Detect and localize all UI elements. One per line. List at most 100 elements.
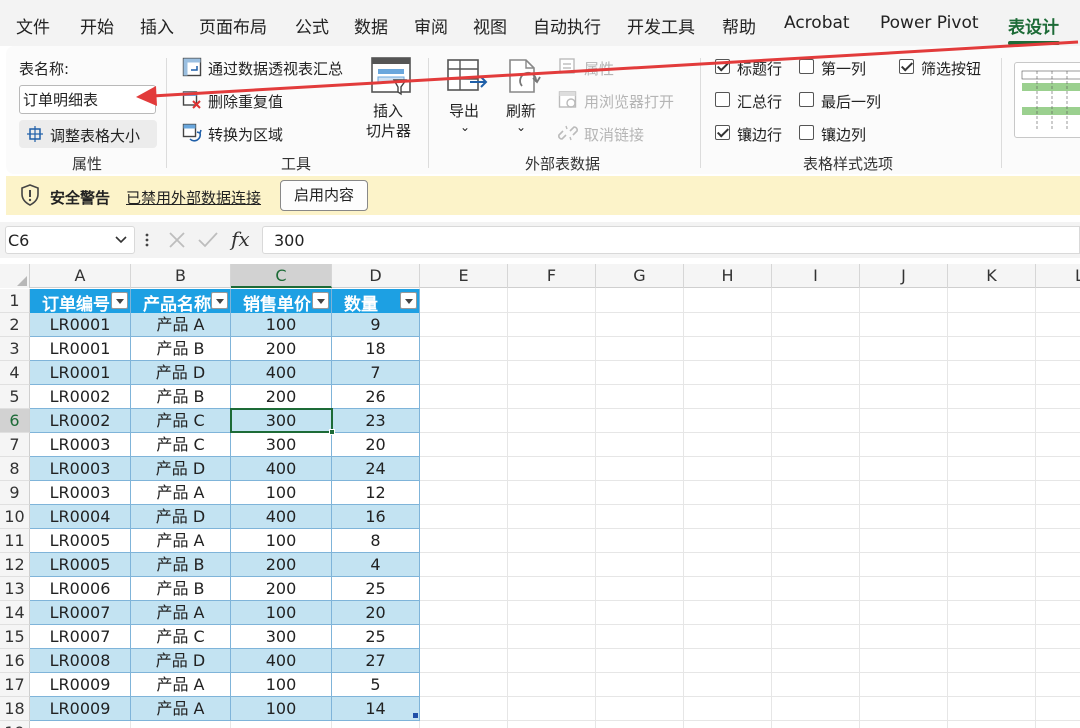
row-header[interactable]: 10 [0,505,30,529]
row-header[interactable]: 13 [0,577,30,601]
row-header[interactable]: 3 [0,337,30,361]
security-warning-link[interactable]: 已禁用外部数据连接 [126,187,261,208]
table-cell[interactable]: 产品 A [131,673,231,697]
table-cell[interactable]: 23 [332,409,420,433]
table-cell[interactable]: 产品 A [131,601,231,625]
table-cell[interactable]: LR0003 [30,457,131,481]
row-header[interactable]: 16 [0,649,30,673]
table-cell[interactable]: 产品 A [131,481,231,505]
table-cell[interactable]: 25 [332,625,420,649]
table-cell[interactable]: 200 [231,385,332,409]
table-cell[interactable]: 产品 B [131,337,231,361]
table-resize-handle[interactable] [413,713,418,718]
enter-icon[interactable] [196,230,220,250]
table-cell[interactable]: 100 [231,481,332,505]
table-cell[interactable]: 产品 B [131,577,231,601]
column-header[interactable]: C [231,264,332,288]
column-header[interactable]: H [684,264,772,288]
table-cell[interactable]: 产品 C [131,625,231,649]
row-header[interactable]: 17 [0,673,30,697]
table-cell[interactable]: LR0006 [30,577,131,601]
insert-function-icon[interactable]: fx [231,227,250,251]
table-cell[interactable]: LR0003 [30,481,131,505]
table-cell[interactable]: 400 [231,361,332,385]
table-cell[interactable]: LR0002 [30,409,131,433]
table-cell[interactable]: 8 [332,529,420,553]
table-cell[interactable]: 200 [231,577,332,601]
table-cell[interactable]: 300 [231,433,332,457]
row-header[interactable]: 15 [0,625,30,649]
table-cell[interactable]: 产品 C [131,409,231,433]
row-header[interactable]: 4 [0,361,30,385]
table-cell[interactable]: 200 [231,337,332,361]
table-cell[interactable]: 300 [231,625,332,649]
filter-dropdown-icon[interactable] [400,292,417,309]
row-header[interactable]: 5 [0,385,30,409]
table-cell[interactable]: LR0007 [30,625,131,649]
table-cell[interactable]: 100 [231,673,332,697]
column-header[interactable]: J [860,264,948,288]
table-cell[interactable]: 产品 D [131,457,231,481]
column-header[interactable]: I [772,264,860,288]
row-header[interactable]: 12 [0,553,30,577]
table-cell[interactable]: 400 [231,649,332,673]
table-cell[interactable]: 27 [332,649,420,673]
column-header[interactable]: L [1036,264,1080,288]
fill-handle[interactable] [329,429,335,435]
table-cell[interactable]: LR0005 [30,529,131,553]
table-cell[interactable]: 400 [231,457,332,481]
table-cell[interactable]: 100 [231,601,332,625]
column-header[interactable]: K [948,264,1036,288]
row-header[interactable]: 18 [0,697,30,721]
row-header[interactable]: 1 [0,289,30,313]
row-header[interactable]: 19 [0,721,30,728]
table-cell[interactable]: 产品 A [131,529,231,553]
table-cell[interactable]: LR0009 [30,697,131,721]
table-cell[interactable]: 20 [332,433,420,457]
table-cell[interactable]: 7 [332,361,420,385]
enable-content-button[interactable]: 启用内容 [280,180,368,211]
table-cell[interactable]: 4 [332,553,420,577]
filter-dropdown-icon[interactable] [111,292,128,309]
table-cell[interactable]: LR0007 [30,601,131,625]
chevron-down-icon[interactable] [114,234,128,246]
table-cell[interactable]: LR0002 [30,385,131,409]
select-all-button[interactable] [0,264,30,288]
cancel-icon[interactable] [166,230,188,250]
table-cell[interactable]: LR0004 [30,505,131,529]
table-cell[interactable]: LR0003 [30,433,131,457]
table-cell[interactable]: 产品 D [131,361,231,385]
more-options-icon[interactable] [143,232,151,248]
table-cell[interactable]: 产品 B [131,385,231,409]
row-header[interactable]: 9 [0,481,30,505]
table-cell[interactable]: 产品 C [131,433,231,457]
table-cell[interactable]: 产品 D [131,649,231,673]
table-cell[interactable]: 12 [332,481,420,505]
table-cell[interactable]: 9 [332,313,420,337]
table-cell[interactable]: 100 [231,697,332,721]
table-cell[interactable]: LR0008 [30,649,131,673]
table-cell[interactable]: LR0009 [30,673,131,697]
column-header[interactable]: D [332,264,420,288]
row-header[interactable]: 8 [0,457,30,481]
table-cell[interactable]: 24 [332,457,420,481]
table-cell[interactable]: 16 [332,505,420,529]
table-cell[interactable]: 26 [332,385,420,409]
table-cell[interactable]: LR0001 [30,337,131,361]
table-cell[interactable]: 18 [332,337,420,361]
table-cell[interactable]: 产品 B [131,553,231,577]
column-header[interactable]: F [508,264,596,288]
table-cell[interactable]: 100 [231,529,332,553]
table-cell[interactable]: 100 [231,313,332,337]
table-cell[interactable]: 25 [332,577,420,601]
table-cell[interactable]: LR0005 [30,553,131,577]
formula-input[interactable] [262,226,1080,254]
table-cell[interactable]: 5 [332,673,420,697]
table-cell[interactable]: 200 [231,553,332,577]
column-header[interactable]: E [420,264,508,288]
row-header[interactable]: 11 [0,529,30,553]
table-cell[interactable]: 400 [231,505,332,529]
filter-dropdown-icon[interactable] [211,292,228,309]
column-header[interactable]: B [131,264,231,288]
column-header[interactable]: G [596,264,684,288]
